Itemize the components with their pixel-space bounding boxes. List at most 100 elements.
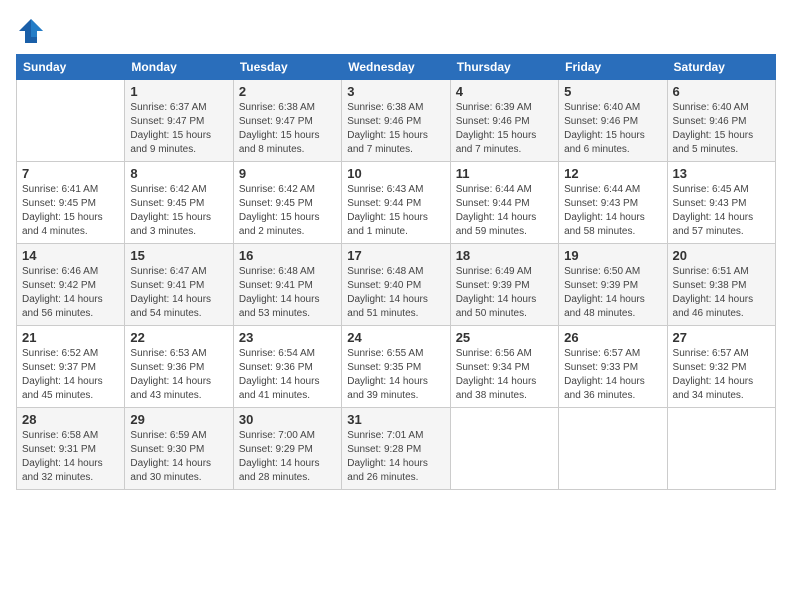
day-info: Sunrise: 6:42 AM Sunset: 9:45 PM Dayligh…	[239, 183, 336, 239]
day-cell	[559, 408, 667, 490]
logo-icon	[16, 16, 46, 46]
day-number: 12	[564, 166, 661, 181]
day-cell: 18 Sunrise: 6:49 AM Sunset: 9:39 PM Dayli…	[450, 244, 558, 326]
day-cell	[667, 408, 775, 490]
day-number: 10	[347, 166, 444, 181]
day-info: Sunrise: 6:56 AM Sunset: 9:34 PM Dayligh…	[456, 347, 553, 403]
day-number: 13	[673, 166, 770, 181]
day-cell: 2 Sunrise: 6:38 AM Sunset: 9:47 PM Daylig…	[233, 80, 341, 162]
day-cell: 25 Sunrise: 6:56 AM Sunset: 9:34 PM Dayli…	[450, 326, 558, 408]
day-info: Sunrise: 6:46 AM Sunset: 9:42 PM Dayligh…	[22, 265, 119, 321]
day-cell: 7 Sunrise: 6:41 AM Sunset: 9:45 PM Daylig…	[17, 162, 125, 244]
day-cell: 26 Sunrise: 6:57 AM Sunset: 9:33 PM Dayli…	[559, 326, 667, 408]
day-info: Sunrise: 6:57 AM Sunset: 9:33 PM Dayligh…	[564, 347, 661, 403]
week-row-1: 1 Sunrise: 6:37 AM Sunset: 9:47 PM Daylig…	[17, 80, 776, 162]
day-cell: 3Sunrise: 6:38 AM Sunset: 9:46 PM Daylig…	[342, 80, 450, 162]
day-cell: 30Sunrise: 7:00 AM Sunset: 9:29 PM Dayli…	[233, 408, 341, 490]
day-cell: 8 Sunrise: 6:42 AM Sunset: 9:45 PM Daylig…	[125, 162, 233, 244]
day-cell: 21 Sunrise: 6:52 AM Sunset: 9:37 PM Dayli…	[17, 326, 125, 408]
logo	[16, 16, 50, 46]
calendar-table: SundayMondayTuesdayWednesdayThursdayFrid…	[16, 54, 776, 490]
day-number: 21	[22, 330, 119, 345]
day-number: 31	[347, 412, 444, 427]
day-number: 9	[239, 166, 336, 181]
header-sunday: Sunday	[17, 55, 125, 80]
week-row-3: 14 Sunrise: 6:46 AM Sunset: 9:42 PM Dayli…	[17, 244, 776, 326]
day-number: 24	[347, 330, 444, 345]
day-cell: 5Sunrise: 6:40 AM Sunset: 9:46 PM Daylig…	[559, 80, 667, 162]
day-number: 15	[130, 248, 227, 263]
day-number: 26	[564, 330, 661, 345]
day-info: Sunrise: 6:55 AM Sunset: 9:35 PM Dayligh…	[347, 347, 444, 403]
day-info: Sunrise: 6:44 AM Sunset: 9:43 PM Dayligh…	[564, 183, 661, 239]
day-info: Sunrise: 6:44 AM Sunset: 9:44 PM Dayligh…	[456, 183, 553, 239]
day-info: Sunrise: 6:54 AM Sunset: 9:36 PM Dayligh…	[239, 347, 336, 403]
week-row-5: 28 Sunrise: 6:58 AM Sunset: 9:31 PM Dayli…	[17, 408, 776, 490]
day-info: Sunrise: 6:50 AM Sunset: 9:39 PM Dayligh…	[564, 265, 661, 321]
day-info: Sunrise: 6:49 AM Sunset: 9:39 PM Dayligh…	[456, 265, 553, 321]
day-cell: 9 Sunrise: 6:42 AM Sunset: 9:45 PM Daylig…	[233, 162, 341, 244]
day-cell: 28 Sunrise: 6:58 AM Sunset: 9:31 PM Dayli…	[17, 408, 125, 490]
day-number: 2	[239, 84, 336, 99]
day-info: Sunrise: 6:41 AM Sunset: 9:45 PM Dayligh…	[22, 183, 119, 239]
day-info: Sunrise: 6:43 AM Sunset: 9:44 PM Dayligh…	[347, 183, 444, 239]
day-info: Sunrise: 6:52 AM Sunset: 9:37 PM Dayligh…	[22, 347, 119, 403]
day-cell	[17, 80, 125, 162]
header-thursday: Thursday	[450, 55, 558, 80]
day-number: 4	[456, 84, 553, 99]
day-cell: 23Sunrise: 6:54 AM Sunset: 9:36 PM Dayli…	[233, 326, 341, 408]
day-info: Sunrise: 6:48 AM Sunset: 9:41 PM Dayligh…	[239, 265, 336, 321]
day-number: 17	[347, 248, 444, 263]
day-number: 1	[130, 84, 227, 99]
day-number: 28	[22, 412, 119, 427]
day-info: Sunrise: 6:58 AM Sunset: 9:31 PM Dayligh…	[22, 429, 119, 485]
day-info: Sunrise: 6:59 AM Sunset: 9:30 PM Dayligh…	[130, 429, 227, 485]
day-info: Sunrise: 6:45 AM Sunset: 9:43 PM Dayligh…	[673, 183, 770, 239]
day-number: 7	[22, 166, 119, 181]
header-wednesday: Wednesday	[342, 55, 450, 80]
day-cell: 24 Sunrise: 6:55 AM Sunset: 9:35 PM Dayli…	[342, 326, 450, 408]
day-number: 18	[456, 248, 553, 263]
day-info: Sunrise: 7:01 AM Sunset: 9:28 PM Dayligh…	[347, 429, 444, 485]
day-number: 25	[456, 330, 553, 345]
header-tuesday: Tuesday	[233, 55, 341, 80]
header-friday: Friday	[559, 55, 667, 80]
day-cell: 31 Sunrise: 7:01 AM Sunset: 9:28 PM Dayli…	[342, 408, 450, 490]
day-cell	[450, 408, 558, 490]
day-number: 16	[239, 248, 336, 263]
day-cell: 13 Sunrise: 6:45 AM Sunset: 9:43 PM Dayli…	[667, 162, 775, 244]
day-info: Sunrise: 6:40 AM Sunset: 9:46 PM Dayligh…	[564, 101, 661, 157]
day-number: 29	[130, 412, 227, 427]
day-info: Sunrise: 6:42 AM Sunset: 9:45 PM Dayligh…	[130, 183, 227, 239]
day-info: Sunrise: 6:40 AM Sunset: 9:46 PM Dayligh…	[673, 101, 770, 157]
day-cell: 6Sunrise: 6:40 AM Sunset: 9:46 PM Daylig…	[667, 80, 775, 162]
day-cell: 1 Sunrise: 6:37 AM Sunset: 9:47 PM Daylig…	[125, 80, 233, 162]
day-info: Sunrise: 6:53 AM Sunset: 9:36 PM Dayligh…	[130, 347, 227, 403]
day-info: Sunrise: 6:37 AM Sunset: 9:47 PM Dayligh…	[130, 101, 227, 157]
day-number: 3	[347, 84, 444, 99]
day-cell: 29 Sunrise: 6:59 AM Sunset: 9:30 PM Dayli…	[125, 408, 233, 490]
day-number: 22	[130, 330, 227, 345]
header-row: SundayMondayTuesdayWednesdayThursdayFrid…	[17, 55, 776, 80]
day-cell: 19 Sunrise: 6:50 AM Sunset: 9:39 PM Dayli…	[559, 244, 667, 326]
day-number: 14	[22, 248, 119, 263]
day-cell: 14 Sunrise: 6:46 AM Sunset: 9:42 PM Dayli…	[17, 244, 125, 326]
day-cell: 11 Sunrise: 6:44 AM Sunset: 9:44 PM Dayli…	[450, 162, 558, 244]
week-row-2: 7 Sunrise: 6:41 AM Sunset: 9:45 PM Daylig…	[17, 162, 776, 244]
page-header	[16, 16, 776, 46]
day-cell: 22 Sunrise: 6:53 AM Sunset: 9:36 PM Dayli…	[125, 326, 233, 408]
day-cell: 17 Sunrise: 6:48 AM Sunset: 9:40 PM Dayli…	[342, 244, 450, 326]
week-row-4: 21 Sunrise: 6:52 AM Sunset: 9:37 PM Dayli…	[17, 326, 776, 408]
day-cell: 15 Sunrise: 6:47 AM Sunset: 9:41 PM Dayli…	[125, 244, 233, 326]
day-info: Sunrise: 6:38 AM Sunset: 9:47 PM Dayligh…	[239, 101, 336, 157]
day-cell: 10 Sunrise: 6:43 AM Sunset: 9:44 PM Dayli…	[342, 162, 450, 244]
day-info: Sunrise: 6:48 AM Sunset: 9:40 PM Dayligh…	[347, 265, 444, 321]
day-info: Sunrise: 6:47 AM Sunset: 9:41 PM Dayligh…	[130, 265, 227, 321]
day-number: 19	[564, 248, 661, 263]
day-number: 11	[456, 166, 553, 181]
day-cell: 12 Sunrise: 6:44 AM Sunset: 9:43 PM Dayli…	[559, 162, 667, 244]
day-number: 8	[130, 166, 227, 181]
day-info: Sunrise: 6:39 AM Sunset: 9:46 PM Dayligh…	[456, 101, 553, 157]
day-cell: 20Sunrise: 6:51 AM Sunset: 9:38 PM Dayli…	[667, 244, 775, 326]
day-info: Sunrise: 6:57 AM Sunset: 9:32 PM Dayligh…	[673, 347, 770, 403]
